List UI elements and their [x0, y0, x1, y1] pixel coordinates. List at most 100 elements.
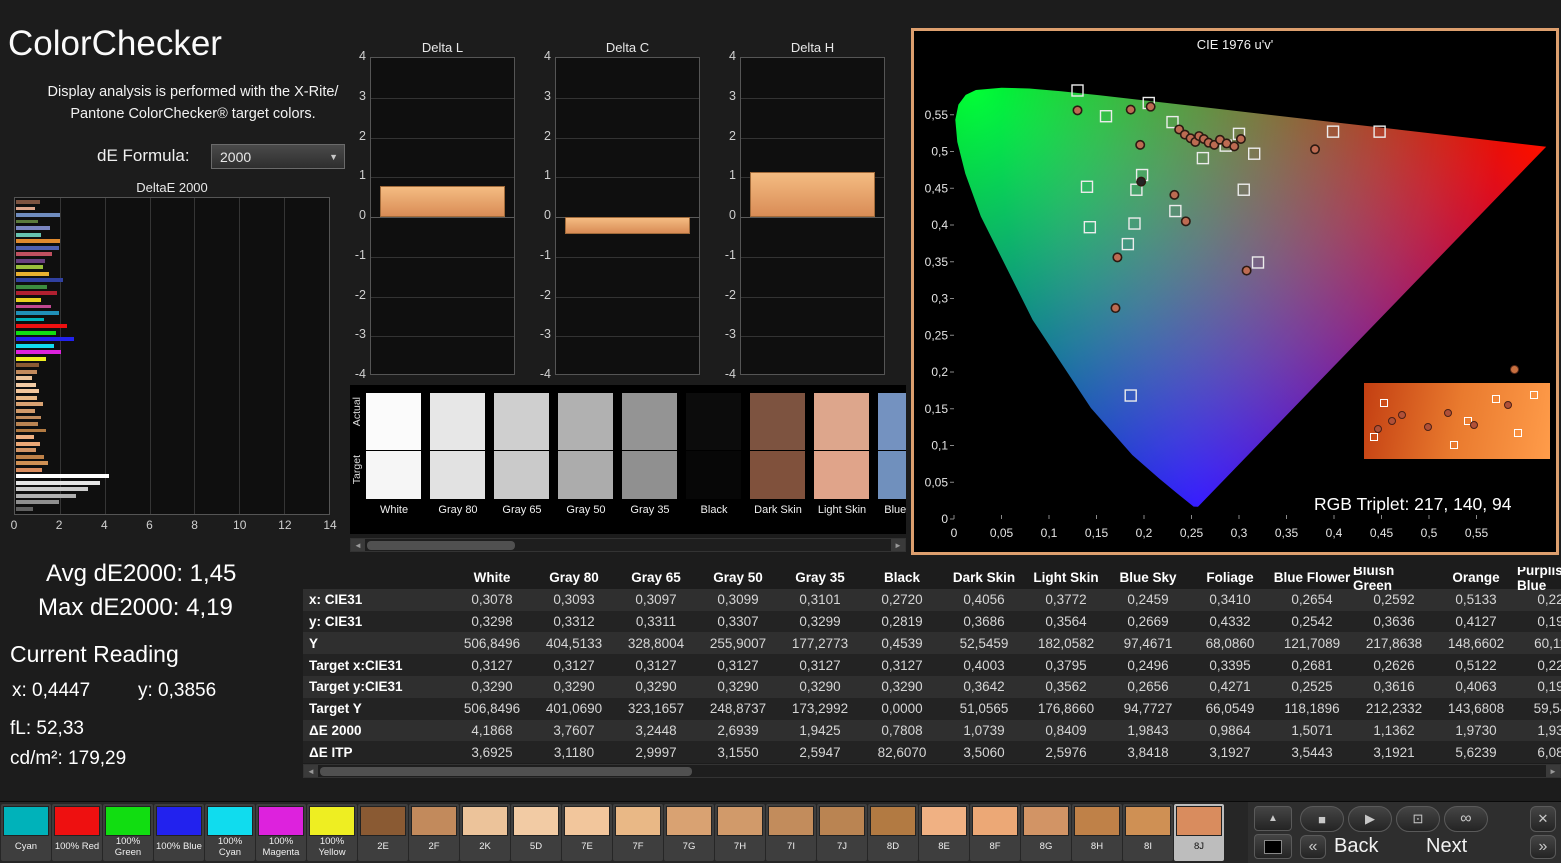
patch-button-2k[interactable]: 2K [460, 804, 510, 861]
table-cell: 0,2720 [881, 592, 923, 608]
deltae-bar [16, 467, 43, 472]
patch-color [411, 806, 457, 836]
axis-tick-label: -2 [539, 287, 551, 302]
page-title: ColorChecker [8, 24, 222, 63]
patch-button-cyan[interactable]: Cyan [1, 804, 51, 861]
next-chevron-button[interactable]: » [1530, 835, 1556, 859]
svg-text:0: 0 [941, 512, 948, 526]
patch-label: 100% Cyan [217, 836, 243, 858]
patch-label: 7F [632, 841, 644, 853]
table-cell: 3,6925 [471, 744, 513, 760]
frame-button[interactable]: ⊡ [1396, 806, 1440, 832]
stop-button[interactable]: ■ [1300, 806, 1344, 832]
patch-button-8e[interactable]: 8E [919, 804, 969, 861]
current-luminance: cd/m²: 179,29 [10, 748, 127, 769]
target-row-label: Target [351, 455, 363, 485]
table-cell: 3,1927 [1209, 744, 1251, 760]
blackout-button[interactable] [1254, 834, 1292, 859]
patch-button-7h[interactable]: 7H [715, 804, 765, 861]
delta-chart [370, 57, 515, 375]
patch-button-100-red[interactable]: 100% Red [52, 804, 102, 861]
table-row: Y 506,8496 404,5133 328,8004 255,9007 177,277… [303, 632, 1561, 655]
patch-button-7i[interactable]: 7I [766, 804, 816, 861]
avg-de2000: Avg dE2000: 1,45 [46, 560, 237, 587]
table-cell: 401,0690 [545, 701, 603, 717]
deltae-bar [16, 422, 38, 426]
scroll-left-icon[interactable]: ◄ [351, 539, 365, 551]
gridline [741, 296, 884, 298]
deltae-bar [16, 487, 89, 492]
axis-tick-label: 4 [100, 518, 108, 532]
patch-button-8d[interactable]: 8D [868, 804, 918, 861]
scroll-left-icon[interactable]: ◄ [304, 765, 318, 777]
loop-button[interactable]: ∞ [1444, 806, 1488, 832]
axis-tick-label: 0 [359, 208, 366, 222]
patch-button-2f[interactable]: 2F [409, 804, 459, 861]
swatch-actual [686, 393, 741, 450]
gridline [556, 256, 699, 258]
table-cell: 1,9843 [1127, 722, 1169, 738]
axis-tick-label: -1 [539, 247, 551, 262]
measured-point [1398, 411, 1406, 419]
axis-tick-label: -4 [354, 367, 366, 381]
current-x: x: 0,4447 [12, 680, 91, 701]
table-cell: 0,2592 [1373, 592, 1415, 608]
deltae-bar [16, 291, 57, 296]
measured-point [1145, 101, 1156, 112]
svg-text:0,25: 0,25 [1180, 526, 1204, 540]
patch-button-100-yellow[interactable]: 100% Yellow [307, 804, 357, 861]
svg-text:0: 0 [951, 526, 958, 540]
close-button[interactable]: ✕ [1530, 806, 1556, 832]
patch-button-2e[interactable]: 2E [358, 804, 408, 861]
deltae-bar [16, 297, 41, 302]
patch-button-5d[interactable]: 5D [511, 804, 561, 861]
axis-tick-label: -1 [724, 247, 736, 262]
table-scrollbar[interactable]: ◄ ► [303, 764, 1561, 778]
scroll-right-icon[interactable]: ► [1546, 765, 1560, 777]
play-button[interactable]: ▶ [1348, 806, 1392, 832]
patch-button-8f[interactable]: 8F [970, 804, 1020, 861]
back-chevron-button[interactable]: « [1300, 835, 1326, 859]
axis-tick-label: 6 [146, 518, 153, 532]
table-cell: 506,8496 [463, 701, 521, 717]
patch-button-100-cyan[interactable]: 100% Cyan [205, 804, 255, 861]
patch-button-8j[interactable]: 8J [1174, 804, 1224, 861]
patch-button-7g[interactable]: 7G [664, 804, 714, 861]
svg-text:0,45: 0,45 [925, 181, 949, 195]
current-y: y: 0,3856 [138, 680, 217, 701]
deltae-bar [16, 245, 59, 250]
table-cell: 0,3290 [471, 679, 513, 695]
gridline [556, 97, 699, 99]
patch-button-7j[interactable]: 7J [817, 804, 867, 861]
patch-button-100-blue[interactable]: 100% Blue [154, 804, 204, 861]
scroll-up-button[interactable]: ▲ [1254, 806, 1292, 831]
table-row-label: Target x:CIE31 [309, 657, 403, 673]
patch-button-8h[interactable]: 8H [1072, 804, 1122, 861]
swatch-scrollbar-thumb[interactable] [367, 541, 515, 550]
patch-button-100-magenta[interactable]: 100% Magenta [256, 804, 306, 861]
next-button[interactable]: Next [1426, 835, 1467, 858]
table-header-row: White Gray 80 Gray 65 Gray 50 Gray 35 Black Da… [303, 567, 1561, 593]
deltae-bar [16, 206, 35, 211]
patch-button-7e[interactable]: 7E [562, 804, 612, 861]
gridline [741, 97, 884, 99]
patch-button-8i[interactable]: 8I [1123, 804, 1173, 861]
patch-label: 100% Yellow [318, 836, 346, 858]
table-cell: 0,7808 [881, 722, 923, 738]
scroll-right-icon[interactable]: ► [891, 539, 905, 551]
swatch-scrollbar[interactable]: ◄ ► [350, 538, 906, 552]
back-button[interactable]: Back [1334, 835, 1378, 858]
table-cell: 4,1868 [471, 722, 513, 738]
table-cell: 0,3127 [717, 657, 759, 673]
table-cell: 0,3312 [553, 613, 595, 629]
table-row: Target Y 506,8496 401,0690 323,1657 248,8737… [303, 697, 1561, 720]
table-scrollbar-thumb[interactable] [320, 767, 692, 776]
table-cell: 0,3795 [1045, 657, 1087, 673]
deltae-bar [16, 343, 54, 348]
table-cell: 118,1896 [1284, 701, 1340, 717]
patch-button-7f[interactable]: 7F [613, 804, 663, 861]
table-cell: 0,2273 [1537, 592, 1561, 608]
patch-button-100-green[interactable]: 100% Green [103, 804, 153, 861]
de-formula-dropdown[interactable]: 2000 ▼ [211, 144, 345, 169]
patch-button-8g[interactable]: 8G [1021, 804, 1071, 861]
